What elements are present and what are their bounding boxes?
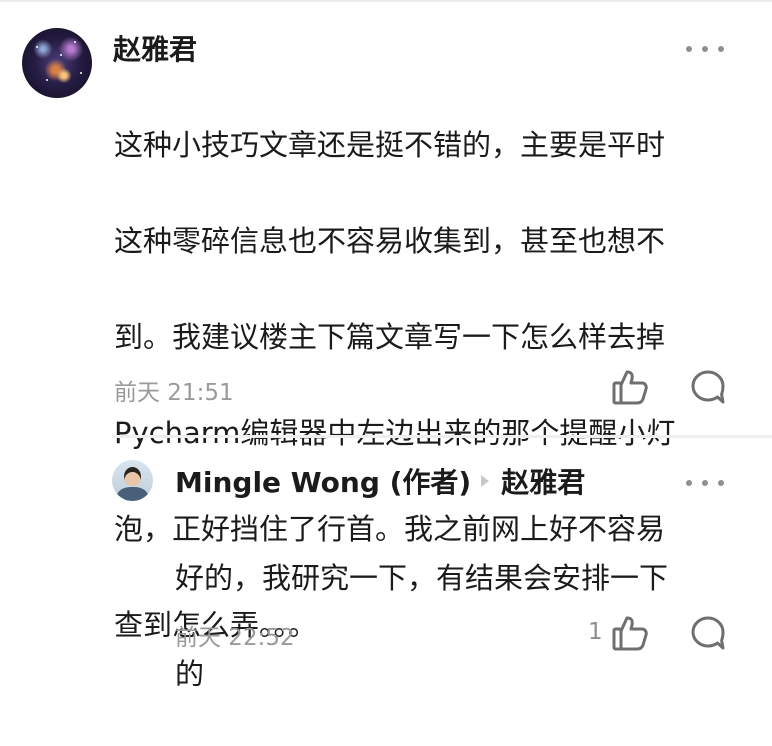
thumbs-up-icon[interactable] [611, 614, 649, 652]
reply-avatar[interactable] [112, 460, 153, 501]
reply-target[interactable]: 赵雅君 [501, 461, 585, 501]
more-options-icon[interactable] [686, 44, 724, 54]
comment-bubble-icon[interactable] [689, 368, 727, 406]
reply-arrow-icon [481, 475, 490, 487]
avatar-head [124, 467, 141, 486]
comment-line: 这种小技巧文章还是挺不错的，主要是平时 [114, 128, 666, 162]
thumbs-up-icon[interactable] [611, 368, 649, 406]
reply-author[interactable]: Mingle Wong (作者) [175, 461, 471, 501]
comment-line: Pycharm编辑器中左边出来的那个提醒小灯 [114, 416, 676, 450]
reply-line: 的 [175, 657, 205, 691]
comment-line: 这种零碎信息也不容易收集到，甚至也想不 [114, 224, 666, 258]
avatar-body [117, 487, 148, 501]
comment-timestamp: 前天 21:51 [114, 380, 234, 406]
more-options-icon[interactable] [686, 478, 724, 488]
comment-author[interactable]: 赵雅君 [113, 28, 197, 68]
reply-header: Mingle Wong (作者) 赵雅君 [175, 461, 585, 501]
reply-like-count: 1 [588, 619, 603, 645]
comment-bubble-icon[interactable] [689, 614, 727, 652]
avatar[interactable] [22, 28, 92, 98]
top-divider [0, 0, 772, 2]
reply-timestamp: 前天 22:52 [175, 625, 295, 651]
reply-line: 好的，我研究一下，有结果会安排一下 [175, 561, 669, 595]
comment-line: 到。我建议楼主下篇文章写一下怎么样去掉 [114, 320, 666, 354]
comment-divider [112, 435, 772, 438]
